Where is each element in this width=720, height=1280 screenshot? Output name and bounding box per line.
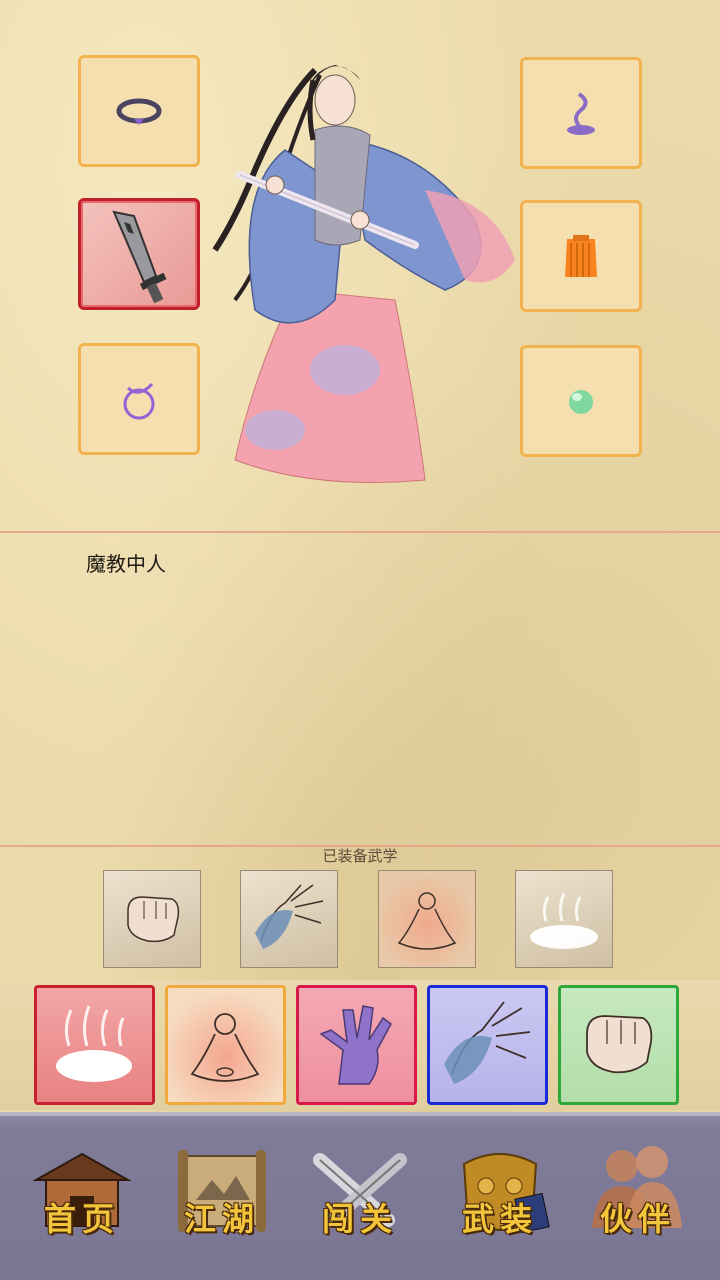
skill-mist[interactable] — [34, 985, 155, 1105]
character-description: 魔教中人 — [86, 552, 166, 576]
skill-claw[interactable] — [296, 985, 417, 1105]
equipped-skill-mist[interactable] — [515, 870, 613, 968]
section-divider — [0, 531, 720, 533]
meditation-icon — [190, 1013, 260, 1082]
equip-slot-ring[interactable] — [78, 55, 200, 167]
ring-icon — [116, 98, 162, 125]
robe-icon — [565, 235, 597, 277]
nav-home-label: 首页 — [43, 1200, 120, 1238]
fist-icon — [586, 1015, 653, 1074]
skill-meditation[interactable] — [165, 985, 286, 1105]
nav-challenge-label: 闯关 — [321, 1200, 398, 1238]
equip-slot-robe[interactable] — [520, 200, 642, 312]
mist-icon — [530, 892, 598, 949]
equip-slot-weapon[interactable] — [78, 198, 200, 310]
skill-fist[interactable] — [558, 985, 679, 1105]
equipped-martial-arts-title: 已装备武学 — [322, 847, 398, 865]
nav-jianghu-label: 江湖 — [183, 1200, 260, 1238]
nav-companions[interactable]: 伙伴 — [578, 1140, 698, 1260]
equip-slot-incense[interactable] — [520, 57, 642, 169]
nav-armament-label: 武装 — [461, 1200, 538, 1238]
skill-open-palm[interactable] — [427, 985, 548, 1105]
equip-slot-jade[interactable] — [520, 345, 642, 457]
equipped-skill-fist[interactable] — [103, 870, 201, 968]
meditation-icon — [397, 892, 457, 950]
equip-slot-accessory[interactable] — [78, 343, 200, 455]
nav-challenge[interactable]: 闯关 — [300, 1140, 420, 1260]
equipped-skill-palm[interactable] — [240, 870, 338, 968]
open-palm-icon — [255, 884, 324, 949]
broadsword-icon — [112, 210, 167, 304]
nav-jianghu[interactable]: 江湖 — [162, 1140, 282, 1260]
incense-icon — [567, 92, 595, 135]
nav-companions-label: 伙伴 — [599, 1200, 676, 1238]
character-portrait — [195, 40, 525, 490]
open-palm-icon — [444, 1001, 531, 1084]
nav-home[interactable]: 首页 — [22, 1140, 142, 1260]
jade-icon — [569, 390, 593, 414]
fist-icon — [127, 896, 180, 943]
mist-icon — [56, 1005, 132, 1082]
claw-icon — [319, 1005, 392, 1085]
equipped-skill-meditation[interactable] — [378, 870, 476, 968]
nav-armament[interactable]: 武装 — [440, 1140, 560, 1260]
cord-icon — [123, 382, 155, 420]
